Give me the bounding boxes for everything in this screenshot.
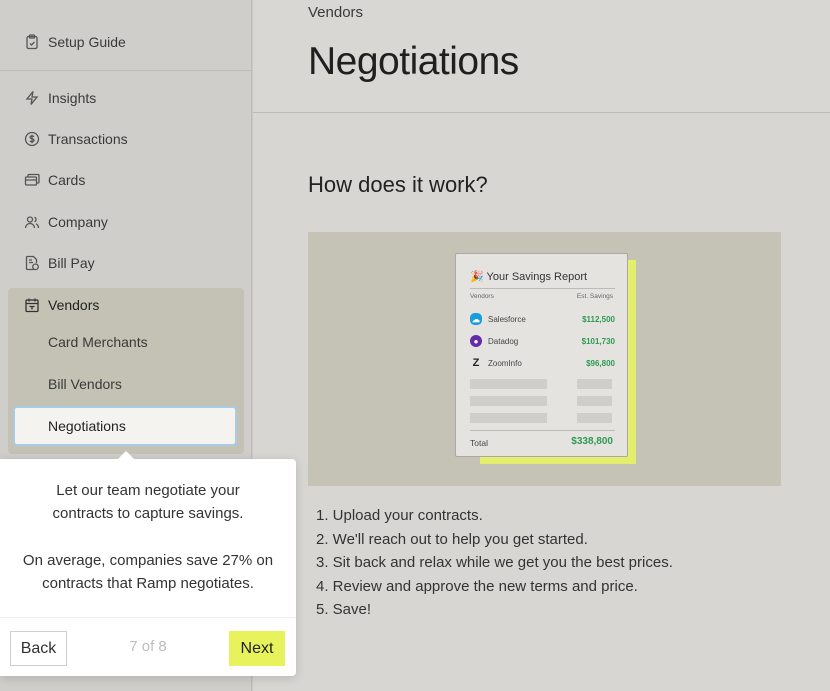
clipboard-icon <box>24 34 40 50</box>
sidebar-item-label: Bill Pay <box>48 255 95 271</box>
report-col-savings: Est. Savings <box>576 293 613 300</box>
lightning-icon <box>24 90 40 106</box>
step-item: 5. Save! <box>316 601 372 618</box>
sidebar-item-setup-guide[interactable]: Setup Guide <box>0 22 252 62</box>
sidebar-item-bill-pay[interactable]: Bill Pay <box>0 243 252 283</box>
report-col-vendors: Vendors <box>470 293 494 300</box>
next-button[interactable]: Next <box>229 631 285 666</box>
report-row: ● Datadog $101,730 <box>470 333 615 349</box>
sidebar-item-vendors[interactable]: Vendors <box>0 285 252 325</box>
sidebar-subitem-negotiations[interactable]: Negotiations <box>13 406 237 446</box>
breadcrumb[interactable]: Vendors <box>308 4 363 21</box>
report-vendor-amount: $112,500 <box>582 314 615 324</box>
sidebar-item-company[interactable]: Company <box>0 202 252 242</box>
report-row: Z ZoomInfo $96,800 <box>470 355 615 371</box>
report-vendor-amount: $96,800 <box>586 358 615 368</box>
salesforce-logo-icon: ☁ <box>470 313 482 325</box>
steps-list: 1. Upload your contracts. 2. We'll reach… <box>316 504 673 622</box>
step-item: 1. Upload your contracts. <box>316 507 483 524</box>
placeholder-bar <box>577 379 612 389</box>
placeholder-bar <box>470 396 547 406</box>
sidebar-item-insights[interactable]: Insights <box>0 78 252 118</box>
sidebar-item-label: Transactions <box>48 131 128 147</box>
dollar-circle-icon <box>24 131 40 147</box>
sidebar-item-label: Cards <box>48 172 86 188</box>
cards-icon <box>24 172 40 188</box>
savings-report-card: 🎉 Your Savings Report Vendors Est. Savin… <box>455 253 628 457</box>
people-icon <box>24 214 40 230</box>
placeholder-bar <box>577 413 612 423</box>
sidebar-subitem-bill-vendors[interactable]: Bill Vendors <box>48 364 122 404</box>
sidebar-item-cards[interactable]: Cards <box>0 160 252 200</box>
placeholder-bar <box>470 413 547 423</box>
popover-text-secondary: On average, companies save 27% on contra… <box>22 552 274 592</box>
main-content: Vendors Negotiations How does it work? 🎉… <box>253 0 830 691</box>
popover-text-primary: Let our team negotiate your contracts to… <box>52 482 244 522</box>
page-header: Vendors Negotiations <box>253 0 830 113</box>
step-item: 3. Sit back and relax while we get you t… <box>316 554 673 571</box>
report-total-label: Total <box>470 438 488 448</box>
sidebar-item-transactions[interactable]: Transactions <box>0 119 252 159</box>
step-item: 2. We'll reach out to help you get start… <box>316 530 588 548</box>
popover-arrow <box>118 451 134 459</box>
report-vendor-amount: $101,730 <box>581 336 615 346</box>
report-vendor-name: Datadog <box>488 336 519 346</box>
sidebar-subitem-card-merchants[interactable]: Card Merchants <box>48 322 148 362</box>
bill-icon <box>24 255 40 271</box>
savings-report-illustration: 🎉 Your Savings Report Vendors Est. Savin… <box>308 232 781 486</box>
step-item: 4. Review and approve the new terms and … <box>316 577 638 595</box>
vendors-icon <box>24 297 40 313</box>
sidebar-item-label: Setup Guide <box>48 34 126 50</box>
report-vendor-name: Salesforce <box>488 314 526 324</box>
placeholder-bar <box>577 396 612 406</box>
sidebar-item-label: Vendors <box>48 297 100 313</box>
report-total-amount: $338,800 <box>571 436 613 447</box>
report-divider <box>470 430 615 431</box>
report-divider <box>470 288 615 289</box>
sidebar-item-label: Company <box>48 214 108 230</box>
back-button[interactable]: Back <box>10 631 67 666</box>
step-counter: 7 of 8 <box>129 638 167 655</box>
section-title: How does it work? <box>308 172 488 197</box>
placeholder-bar <box>470 379 547 389</box>
sidebar-item-label: Insights <box>48 90 97 106</box>
report-row: ☁ Salesforce $112,500 <box>470 311 615 327</box>
zoominfo-logo-icon: Z <box>472 357 480 369</box>
sidebar-divider <box>0 70 252 71</box>
report-vendor-name: ZoomInfo <box>488 358 522 368</box>
page-title: Negotiations <box>308 40 519 83</box>
popover-divider <box>0 617 296 618</box>
tour-popover: Let our team negotiate your contracts to… <box>0 451 296 676</box>
datadog-logo-icon: ● <box>470 335 482 347</box>
report-title: 🎉 Your Savings Report <box>470 271 588 283</box>
